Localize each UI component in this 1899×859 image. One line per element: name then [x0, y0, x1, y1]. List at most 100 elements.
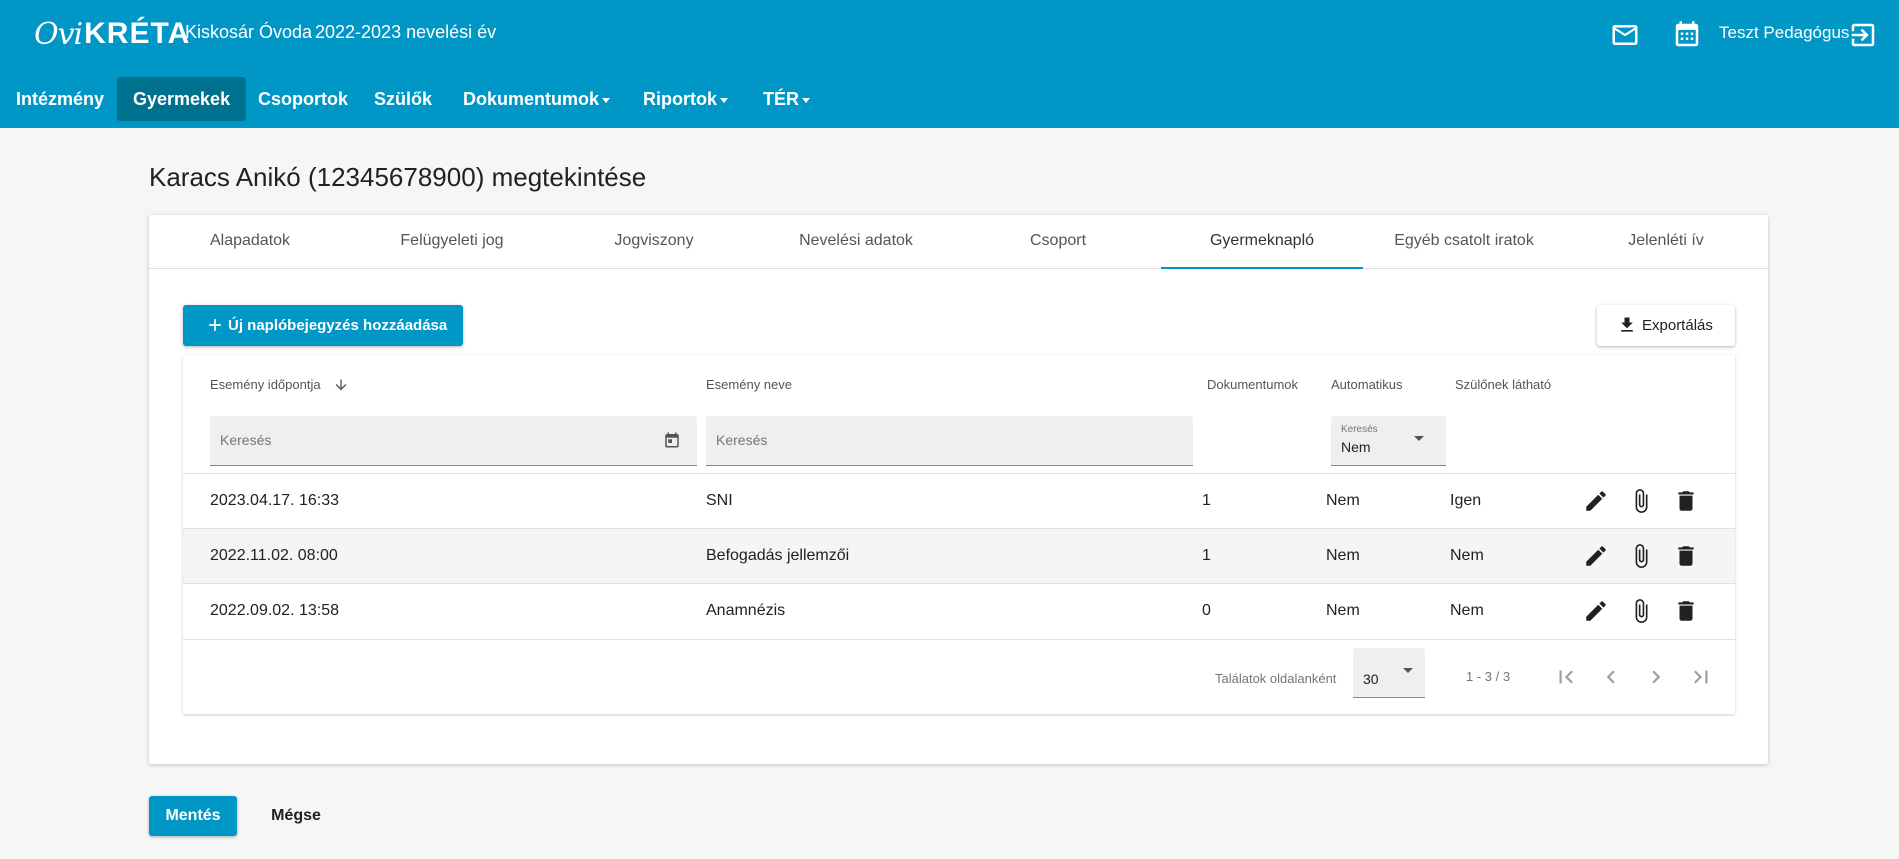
tab-nevelesi-adatok[interactable]: Nevelési adatok [755, 215, 957, 269]
nav-item-label: Gyermekek [133, 89, 231, 109]
tab-bar: Alapadatok Felügyeleti jog Jogviszony Ne… [149, 215, 1768, 269]
nav-item-szulok[interactable]: Szülők [358, 77, 448, 121]
tab-gyermeknaplo[interactable]: Gyermeknapló [1161, 215, 1363, 269]
download-icon [1621, 317, 1633, 332]
nav-item-label: Intézmény [16, 89, 105, 109]
cell-auto: Nem [1326, 602, 1360, 619]
pagination-bar: Találatok oldalanként 30 1 - 3 / 3 [183, 639, 1735, 714]
nav-item-label: Szülők [374, 89, 433, 109]
school-year: 2022-2023 nevelési év [315, 22, 497, 42]
first-page-icon[interactable] [1553, 664, 1579, 690]
edit-icon[interactable] [1583, 598, 1609, 624]
user-name[interactable]: Teszt Pedagógus [1719, 23, 1849, 43]
header-event-date[interactable]: Esemény időpontja [210, 377, 321, 392]
sort-arrow-down-icon[interactable] [333, 377, 349, 393]
nav-item-label: Dokumentumok [463, 89, 600, 109]
cell-date: 2022.11.02. 08:00 [210, 547, 338, 564]
cell-name: SNI [706, 492, 733, 509]
calendar-icon[interactable] [1672, 19, 1702, 51]
delete-icon[interactable] [1673, 543, 1699, 569]
per-page-value: 30 [1363, 671, 1379, 687]
nav-item-label: TÉR [763, 89, 799, 109]
journal-table: Esemény időpontja Esemény neve Dokumentu… [183, 355, 1735, 714]
export-label: Exportálás [1642, 317, 1713, 334]
cell-visible: Igen [1450, 492, 1482, 509]
page-range: 1 - 3 / 3 [1466, 669, 1511, 684]
content-card: Alapadatok Felügyeleti jog Jogviszony Ne… [149, 215, 1768, 764]
institution-name: Kiskosár Óvoda [185, 22, 313, 42]
plus-icon [209, 319, 221, 331]
name-filter-input[interactable]: Keresés [706, 416, 1193, 466]
tab-jogviszony[interactable]: Jogviszony [553, 215, 755, 269]
page-title: Karacs Anikó (12345678900) megtekintése [149, 162, 647, 192]
automatic-filter-label: Keresés [1341, 424, 1378, 435]
cell-date: 2023.04.17. 16:33 [210, 492, 340, 509]
date-filter-placeholder: Keresés [220, 432, 272, 448]
cell-date: 2022.09.02. 13:58 [210, 602, 340, 619]
add-entry-label: Új naplóbejegyzés hozzáadása [228, 317, 448, 334]
next-page-icon[interactable] [1643, 664, 1669, 690]
cell-visible: Nem [1450, 602, 1484, 619]
export-button[interactable]: Exportálás [1597, 305, 1735, 346]
add-entry-button[interactable]: Új naplóbejegyzés hozzáadása [183, 305, 463, 346]
last-page-icon[interactable] [1688, 664, 1714, 690]
dropdown-arrow-icon [1403, 668, 1413, 673]
calendar-picker-icon[interactable] [663, 431, 681, 449]
logo-script-text: Ovi [34, 16, 83, 52]
logout-icon[interactable] [1848, 20, 1878, 50]
edit-icon[interactable] [1583, 543, 1609, 569]
header-documents[interactable]: Dokumentumok [1207, 377, 1298, 392]
nav-item-dokumentumok[interactable]: Dokumentumok [447, 77, 626, 121]
save-button[interactable]: Mentés [149, 796, 237, 836]
tab-csoport[interactable]: Csoport [957, 215, 1159, 269]
previous-page-icon[interactable] [1598, 664, 1624, 690]
tab-jelenleti-iv[interactable]: Jelenléti ív [1565, 215, 1767, 269]
cell-docs: 1 [1202, 547, 1211, 564]
app-logo[interactable]: Ovi KRÉTA [34, 10, 190, 58]
tab-egyeb-csatolt-iratok[interactable]: Egyéb csatolt iratok [1363, 215, 1565, 269]
nav-item-csoportok[interactable]: Csoportok [242, 77, 364, 121]
table-row: 2022.09.02. 13:58 Anamnézis 0 Nem Nem [183, 583, 1735, 638]
dropdown-arrow-icon [1414, 436, 1424, 441]
caret-down-icon [802, 97, 810, 103]
table-row: 2022.11.02. 08:00 Befogadás jellemzői 1 … [183, 528, 1735, 583]
automatic-filter-select[interactable]: Keresés Nem [1331, 416, 1446, 466]
cell-docs: 1 [1202, 492, 1211, 509]
cancel-button[interactable]: Mégse [254, 796, 338, 836]
mail-icon[interactable] [1610, 20, 1640, 50]
edit-icon[interactable] [1583, 488, 1609, 514]
delete-icon[interactable] [1673, 598, 1699, 624]
delete-icon[interactable] [1673, 488, 1699, 514]
logo-text: KRÉTA [84, 17, 191, 50]
main-nav: Intézmény Gyermekek Csoportok Szülők Dok… [0, 70, 1899, 128]
nav-item-ter[interactable]: TÉR [747, 77, 826, 121]
tab-alapadatok[interactable]: Alapadatok [149, 215, 351, 269]
per-page-select[interactable]: 30 [1353, 648, 1425, 698]
date-filter-input[interactable]: Keresés [210, 416, 697, 466]
caret-down-icon [720, 97, 728, 103]
nav-item-label: Csoportok [258, 89, 348, 109]
nav-item-gyermekek[interactable]: Gyermekek [117, 77, 247, 121]
cell-name: Anamnézis [706, 602, 786, 619]
per-page-label: Találatok oldalanként [1215, 671, 1337, 686]
cell-auto: Nem [1326, 547, 1360, 564]
attachment-icon[interactable] [1628, 488, 1654, 514]
header-visible-to-parent[interactable]: Szülőnek látható [1455, 377, 1551, 392]
cell-auto: Nem [1326, 492, 1360, 509]
cell-docs: 0 [1202, 602, 1211, 619]
tab-felugyeleti-jog[interactable]: Felügyeleti jog [351, 215, 553, 269]
top-bar: Ovi KRÉTA Kiskosár Óvoda 2022-2023 nevel… [0, 0, 1899, 70]
header-automatic[interactable]: Automatikus [1331, 377, 1403, 392]
table-row: 2023.04.17. 16:33 SNI 1 Nem Igen [183, 473, 1735, 528]
name-filter-placeholder: Keresés [716, 432, 768, 448]
nav-item-label: Riportok [643, 89, 717, 109]
nav-item-riportok[interactable]: Riportok [627, 77, 744, 121]
attachment-icon[interactable] [1628, 543, 1654, 569]
header-event-name[interactable]: Esemény neve [706, 377, 792, 392]
caret-down-icon [602, 97, 611, 103]
nav-item-intezmeny[interactable]: Intézmény [0, 77, 120, 121]
automatic-filter-value: Nem [1341, 439, 1371, 455]
cell-visible: Nem [1450, 547, 1484, 564]
attachment-icon[interactable] [1628, 598, 1654, 624]
cell-name: Befogadás jellemzői [706, 547, 850, 564]
